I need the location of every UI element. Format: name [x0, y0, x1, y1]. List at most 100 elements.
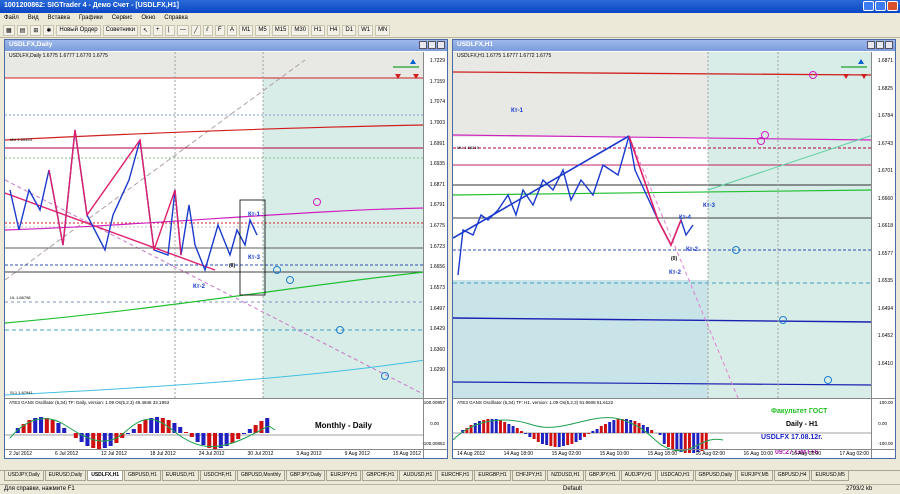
daily-oscillator-panel: ATE3 GANS Oscillator (5,34) TF: Daily, v… [5, 398, 447, 448]
h1-label-mu: MU 1.68219 [457, 145, 479, 150]
market-watch-icon[interactable]: ⊞ [30, 24, 42, 36]
period-mn[interactable]: MN [375, 24, 391, 36]
tab-nzdusd-h1[interactable]: NZDUSD,H1 [547, 471, 584, 481]
forecast-shade [263, 52, 425, 398]
tab-eurusd-m5[interactable]: EURUSD,M5 [811, 471, 849, 481]
menu-file[interactable]: Файл [4, 15, 19, 21]
maximize-button[interactable] [875, 1, 886, 11]
bottom-shade-h1 [453, 280, 708, 398]
period-w1[interactable]: W1 [358, 24, 374, 36]
label-kt1: Кт-1 [248, 212, 260, 218]
tab-usdlfx-h1[interactable]: USDLFX,H1 [87, 471, 123, 481]
h1-price-tick: 1.6618 [877, 223, 893, 229]
tab-eurchf-h1[interactable]: EURCHF,H1 [437, 471, 474, 481]
daily-price-tick: 1.7003 [429, 119, 445, 126]
navigator-icon[interactable]: ✱ [43, 24, 55, 36]
menu-window[interactable]: Окно [141, 15, 155, 21]
h1-osc-axis-top: 100.00 [879, 400, 893, 405]
chart-window-daily[interactable]: USDLFX,Daily USDLFX,Daily 1.6775 1.6777 … [4, 39, 448, 459]
h1-oscillator-panel: ATE3 GANS Oscillator (5,34) TF: H1, vers… [453, 398, 895, 448]
chart-tabs: USDJPY,Daily EURUSD,Daily USDLFX,H1 GBPUSD,… [0, 470, 900, 482]
menu-charts[interactable]: Графики [79, 15, 103, 21]
h1-date-tick: 15 Aug 10:00 [599, 451, 630, 457]
period-h4[interactable]: H4 [326, 24, 341, 36]
h1-date-axis: 14 Aug 2012 14 Aug 18:00 15 Aug 02:00 15 Au… [453, 449, 895, 458]
daily-osc-axis-top: 100.00957 [423, 400, 445, 405]
h1-price-tick: 1.6410 [877, 360, 893, 367]
vline-icon[interactable]: | [165, 24, 175, 36]
period-m30[interactable]: M30 [291, 24, 310, 36]
label-daily-h1: Daily - H1 [786, 421, 818, 428]
label-sl: SL1 1.67941 [10, 390, 33, 395]
tab-audusd-h1[interactable]: AUDUSD,H1 [399, 471, 437, 481]
tab-usdcad-h1[interactable]: USDCAD,H1 [656, 471, 694, 481]
period-m15[interactable]: M15 [271, 24, 290, 36]
daily-price-tick: 1.6429 [429, 326, 445, 333]
price-path-pink [48, 129, 182, 256]
h1-price-tick: 1.6535 [877, 278, 893, 284]
new-chart-icon[interactable]: ▦ [3, 24, 15, 36]
h1-osc-axis-mid: 0.00 [878, 421, 887, 426]
menu-tools[interactable]: Сервис [112, 15, 133, 21]
hline-icon[interactable]: — [177, 24, 189, 36]
daily-date-tick: 2 Jul 2012 [9, 451, 33, 457]
trendline-icon[interactable]: ╱ [191, 24, 201, 36]
tab-eurjpy-h1[interactable]: EURJPY,H1 [326, 471, 362, 481]
menu-view[interactable]: Вид [28, 15, 39, 21]
tab-usdchf-h1[interactable]: USDCHF,H1 [199, 471, 236, 481]
minimize-button[interactable] [863, 1, 874, 11]
tab-gbpusd-h4[interactable]: GBPUSD,H4 [773, 471, 811, 481]
tab-gbpusd-daily[interactable]: GBPUSD,Daily [694, 471, 737, 481]
channel-icon[interactable]: ⫽ [203, 24, 213, 36]
tab-gbpjpy-daily[interactable]: GBPJPY,Daily [285, 471, 326, 481]
status-traffic: 2793/2 kb [846, 486, 873, 492]
daily-date-tick: 15 Aug 2012 [392, 451, 421, 457]
daily-price-tick: 1.6935 [429, 161, 445, 168]
menu-help[interactable]: Справка [164, 15, 188, 21]
tab-gbpusd-h1[interactable]: GBPUSD,H1 [124, 471, 161, 481]
new-order-button[interactable]: Новый Ордер [56, 24, 101, 36]
text-icon[interactable]: A [227, 24, 238, 36]
h1-price-tick: 1.6701 [877, 168, 893, 174]
chart-window-h1[interactable]: USDLFX,H1 USDLFX,H1 1.6775 1.6777 1.6772… [452, 39, 896, 459]
daily-price-tick: 1.6656 [429, 264, 445, 271]
tab-eurusd-h1[interactable]: EURUSD,H1 [161, 471, 199, 481]
daily-price-tick: 1.6991 [429, 140, 445, 147]
h1-date-tick: 16 Aug 02:00 [695, 451, 726, 457]
daily-osc-info: ATE3 GANS Oscillator (5,34) TF: Daily, v… [9, 400, 170, 405]
h1-price-tick: 1.6494 [877, 305, 893, 312]
tab-chfjpy-h1[interactable]: CHFJPY,H1 [511, 471, 547, 481]
h1-price-tick: 1.6825 [877, 85, 893, 92]
h1-price-tick: 1.6452 [877, 333, 893, 339]
h1-price-chart[interactable] [453, 40, 897, 460]
fibo-icon[interactable]: F [215, 24, 225, 36]
period-m1[interactable]: M1 [239, 24, 254, 36]
profiles-icon[interactable]: ▤ [16, 24, 29, 36]
period-h1[interactable]: H1 [311, 24, 325, 36]
cursor-icon[interactable]: ↖ [139, 24, 151, 36]
period-m5[interactable]: M5 [255, 24, 270, 36]
daily-price-tick: 1.6360 [429, 346, 445, 353]
tab-eurusd-daily[interactable]: EURUSD,Daily [44, 471, 87, 481]
advisors-button[interactable]: Советники [102, 24, 138, 36]
tab-audjpy-h1[interactable]: AUDJPY,H1 [620, 471, 656, 481]
daily-date-axis: 2 Jul 2012 6 Jul 2012 12 Jul 2012 18 Jul 20… [5, 449, 447, 458]
crosshair-icon[interactable]: + [153, 24, 163, 36]
menu-insert[interactable]: Вставка [48, 15, 70, 21]
tab-gbpusd-monthly[interactable]: GBPUSD,Monthly [236, 471, 285, 481]
period-d1[interactable]: D1 [342, 24, 357, 36]
daily-price-tick: 1.6723 [429, 243, 445, 250]
tab-eurgbp-h1[interactable]: EURGBP,H1 [474, 471, 511, 481]
tab-gbpjpy-h1[interactable]: GBPJPY,H1 [584, 471, 620, 481]
tab-eurjpy-m5[interactable]: EURJPY,M5 [737, 471, 773, 481]
daily-price-chart[interactable] [5, 40, 449, 460]
h1-label-kt2-bottom: Кт-2 [669, 270, 681, 276]
close-button[interactable] [887, 1, 898, 11]
daily-date-tick: 18 Jul 2012 [149, 451, 176, 457]
h1-date-tick: 17 Aug 02:00 [839, 451, 869, 457]
daily-price-tick: 1.6775 [429, 223, 445, 229]
label-mu: MU 1.69324 [10, 137, 32, 142]
toolbar: ▦ ▤ ⊞ ✱ Новый Ордер Советники ↖ + | — ╱ … [0, 23, 900, 38]
tab-gbpchf-h1[interactable]: GBPCHF,H1 [362, 471, 399, 481]
tab-usdjpy-daily[interactable]: USDJPY,Daily [4, 471, 44, 481]
